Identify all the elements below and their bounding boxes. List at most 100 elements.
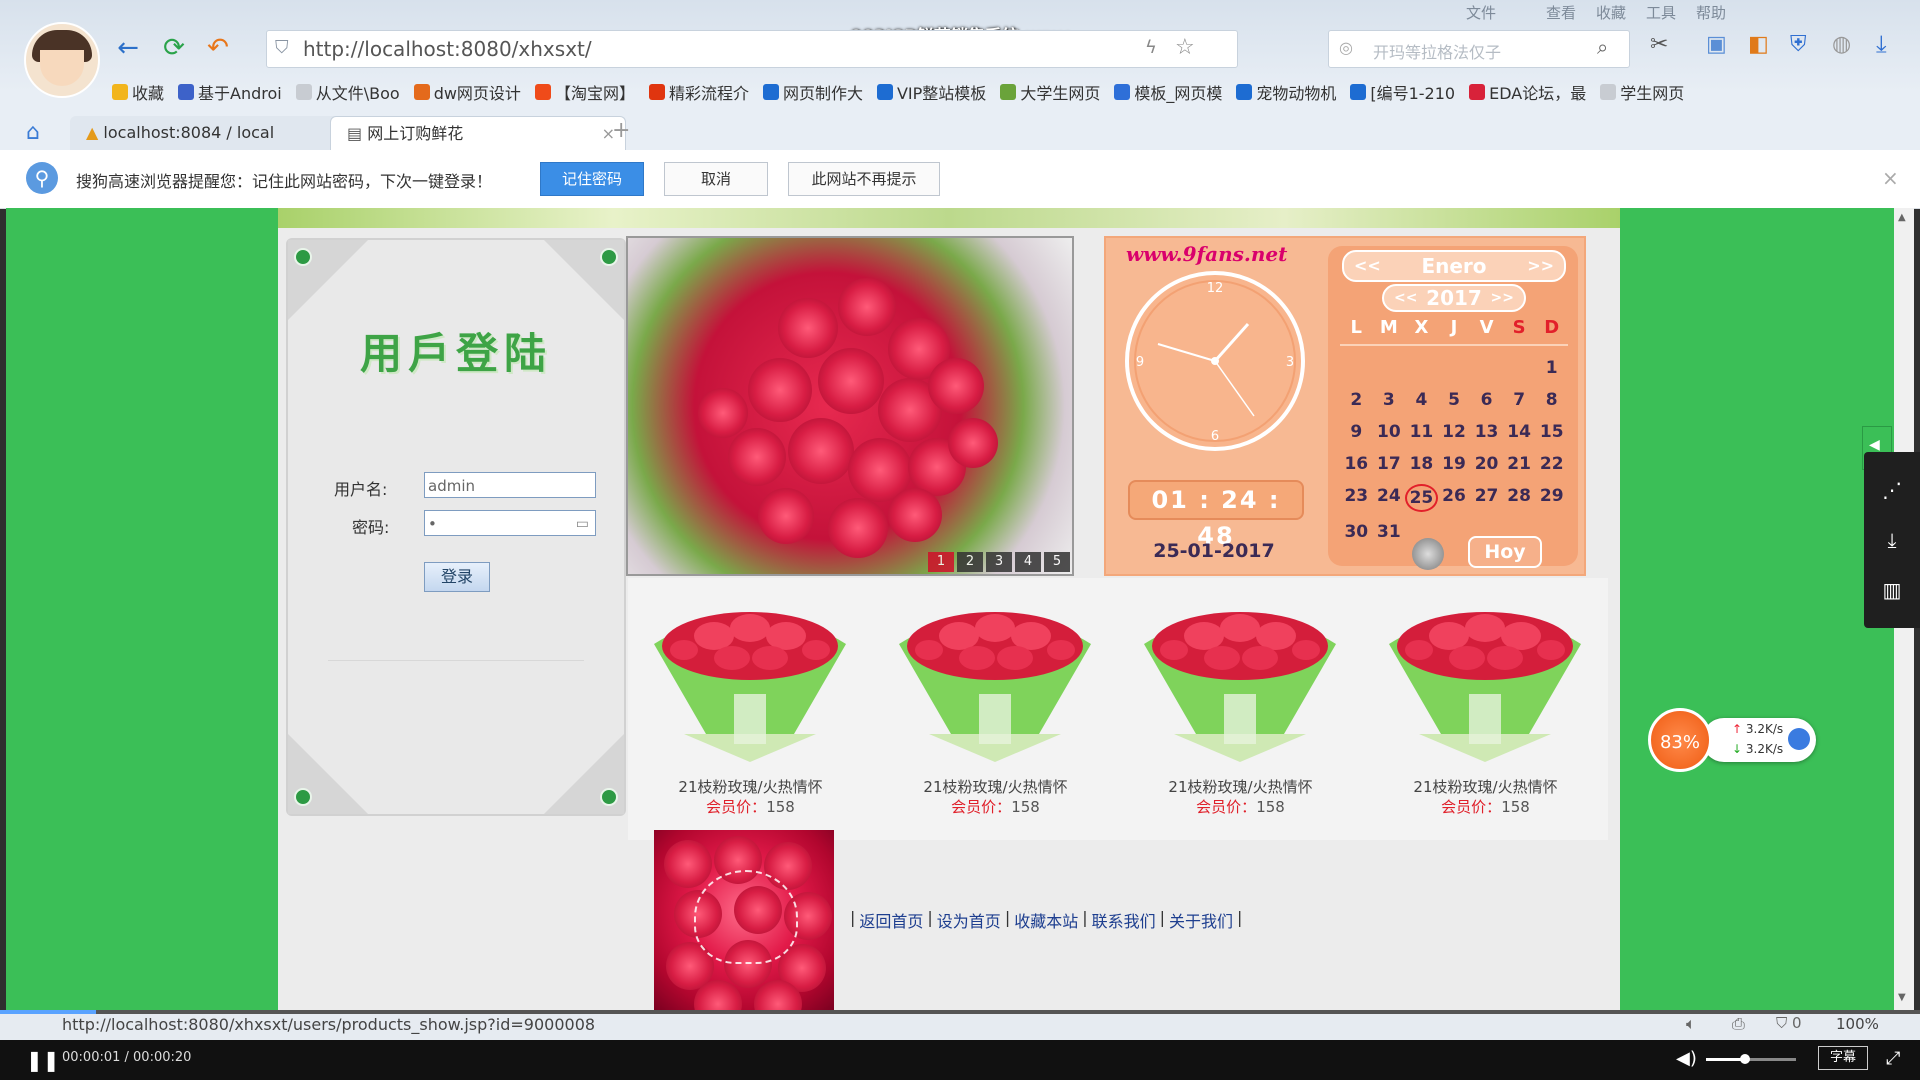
bookmark-item[interactable]: 模板_网页模	[1114, 78, 1222, 106]
download-icon[interactable]: ⤓	[1880, 528, 1904, 552]
search-icon[interactable]: ⌕	[1597, 35, 1608, 59]
undo-icon[interactable]: ↶	[202, 32, 234, 64]
calendar-day[interactable]: 5	[1438, 388, 1471, 412]
search-engine-icon[interactable]: ◎	[1339, 38, 1353, 57]
menu-favorites[interactable]: 收藏	[1596, 2, 1626, 23]
login-button[interactable]: 登录	[424, 562, 490, 592]
calendar-day[interactable]: 30	[1340, 520, 1373, 544]
blocked-count[interactable]: ⛉ 0	[1776, 1014, 1802, 1032]
bookmark-item[interactable]: 从文件\Boo	[295, 78, 400, 106]
calendar-day[interactable]: 26	[1438, 484, 1471, 508]
security-icon[interactable]: ⛨	[1790, 32, 1807, 57]
slide-number-button[interactable]: 3	[986, 552, 1012, 572]
menu-tools[interactable]: 工具	[1646, 2, 1676, 23]
calendar-day[interactable]: 4	[1405, 388, 1438, 412]
share-icon[interactable]: ⋰	[1880, 478, 1904, 502]
product-name[interactable]: 21枝粉玫瑰/火热情怀	[1118, 776, 1363, 797]
today-button[interactable]: Hoy	[1468, 536, 1542, 568]
slide-number-button[interactable]: 2	[957, 552, 983, 572]
calendar-day[interactable]: 16	[1340, 452, 1373, 476]
home-icon[interactable]: ⌂	[26, 120, 40, 145]
calendar-day[interactable]: 21	[1503, 452, 1536, 476]
footer-link[interactable]: 关于我们	[1169, 908, 1233, 932]
product-name[interactable]: 21枝粉玫瑰/火热情怀	[1363, 776, 1608, 797]
menu-help[interactable]: 帮助	[1696, 2, 1726, 23]
calendar-day[interactable]: 23	[1340, 484, 1373, 508]
calendar-day[interactable]: 12	[1438, 420, 1471, 444]
cancel-button[interactable]: 取消	[664, 162, 768, 196]
product-card[interactable]: 21枝粉玫瑰/火热情怀 会员价：158	[873, 578, 1118, 840]
calendar-day[interactable]: 2	[1340, 388, 1373, 412]
calendar-day[interactable]: 7	[1503, 388, 1536, 412]
calendar-day[interactable]: 20	[1470, 452, 1503, 476]
calendar-day[interactable]: 27	[1470, 484, 1503, 508]
tab-flower-shop[interactable]: ▤ 网上订购鲜花 ×	[330, 116, 626, 153]
password-input[interactable]: • ▭	[424, 510, 596, 536]
bookmark-item[interactable]: 精彩流程介	[648, 78, 749, 106]
download-icon[interactable]: ⤓	[1876, 30, 1887, 58]
globe-icon[interactable]: ◍	[1832, 32, 1851, 57]
extension-icon[interactable]: ◧	[1748, 32, 1769, 57]
widget-url[interactable]: www.9fans.net	[1126, 242, 1287, 266]
footer-link[interactable]: 设为首页	[937, 908, 1001, 932]
product-card[interactable]: 21枝粉玫瑰/火热情怀 会员价：158	[1118, 578, 1363, 840]
calendar-day[interactable]: 1	[1535, 356, 1568, 380]
zoom-level[interactable]: 100%	[1836, 1015, 1879, 1033]
rose-bouquet-slideshow[interactable]: 12345	[626, 236, 1074, 576]
calendar-day[interactable]: 11	[1405, 420, 1438, 444]
pause-icon[interactable]: ❚❚	[26, 1048, 60, 1072]
bookmark-item[interactable]: [编号1-210	[1350, 78, 1455, 106]
slide-number-button[interactable]: 5	[1044, 552, 1070, 572]
calendar-day[interactable]: 22	[1535, 452, 1568, 476]
calendar-day[interactable]: 28	[1503, 484, 1536, 508]
calendar-day[interactable]: 6	[1470, 388, 1503, 412]
bookmark-item[interactable]: 宠物动物机	[1236, 78, 1336, 106]
network-speed-widget[interactable]: ↑ 3.2K/s ↓ 3.2K/s 83%	[1648, 708, 1818, 772]
calendar-day[interactable]: 18	[1405, 452, 1438, 476]
calendar-day[interactable]: 10	[1373, 420, 1406, 444]
footer-link[interactable]: 返回首页	[859, 908, 923, 932]
next-year-button[interactable]: >>	[1491, 286, 1514, 310]
menu-view[interactable]: 查看	[1546, 2, 1576, 23]
calendar-day[interactable]: 29	[1535, 484, 1568, 508]
search-placeholder[interactable]: 开玛等拉格法仅子	[1373, 39, 1501, 63]
calendar-day[interactable]: 14	[1503, 420, 1536, 444]
refresh-icon[interactable]: ⟳	[158, 32, 190, 64]
calendar-day[interactable]: 13	[1470, 420, 1503, 444]
address-url[interactable]: http://localhost:8080/xhxsxt/	[303, 37, 592, 61]
product-card[interactable]: 21枝粉玫瑰/火热情怀 会员价：158	[628, 578, 873, 840]
prev-year-button[interactable]: <<	[1394, 286, 1417, 310]
bookmark-item[interactable]: 基于Androi	[178, 78, 282, 106]
volume-slider[interactable]	[1706, 1054, 1796, 1064]
never-prompt-button[interactable]: 此网站不再提示	[788, 162, 940, 196]
volume-icon[interactable]: 🔈︎	[1686, 1014, 1696, 1034]
bookmark-item[interactable]: 收藏	[112, 78, 164, 106]
username-input[interactable]: admin	[424, 472, 596, 498]
subtitle-button[interactable]: 字幕	[1818, 1046, 1868, 1070]
calendar-day[interactable]: 9	[1340, 420, 1373, 444]
close-icon[interactable]: ×	[1882, 166, 1899, 190]
prev-month-button[interactable]: <<	[1354, 252, 1381, 280]
calendar-day[interactable]: 17	[1373, 452, 1406, 476]
calendar-day[interactable]: 15	[1535, 420, 1568, 444]
product-name[interactable]: 21枝粉玫瑰/火热情怀	[873, 776, 1118, 797]
accelerate-icon[interactable]	[1788, 728, 1810, 750]
product-image[interactable]	[1134, 584, 1346, 762]
bookmark-item[interactable]: 网页制作大	[762, 78, 863, 106]
footer-link[interactable]: 联系我们	[1092, 908, 1156, 932]
video-progress-track[interactable]	[0, 1010, 1920, 1014]
star-icon[interactable]: ☆	[1175, 35, 1195, 60]
tab-localhost[interactable]: ▲ localhost:8084 / local ×	[70, 116, 352, 152]
remember-password-button[interactable]: 记住密码	[540, 162, 644, 196]
keyboard-icon[interactable]: ▭	[576, 511, 589, 537]
calendar-day-today[interactable]: 25	[1405, 484, 1438, 512]
trash-icon[interactable]: ▥	[1880, 578, 1904, 602]
lightning-icon[interactable]: ϟ	[1145, 37, 1157, 58]
bookmark-item[interactable]: VIP整站模板	[876, 78, 986, 106]
product-image[interactable]	[644, 584, 856, 762]
volume-icon[interactable]: ◀)	[1676, 1048, 1697, 1069]
product-image[interactable]	[1379, 584, 1591, 762]
calendar-day[interactable]: 24	[1373, 484, 1406, 508]
bookmark-item[interactable]: 【淘宝网】	[534, 78, 635, 106]
bookmark-item[interactable]: 学生网页	[1600, 78, 1684, 106]
